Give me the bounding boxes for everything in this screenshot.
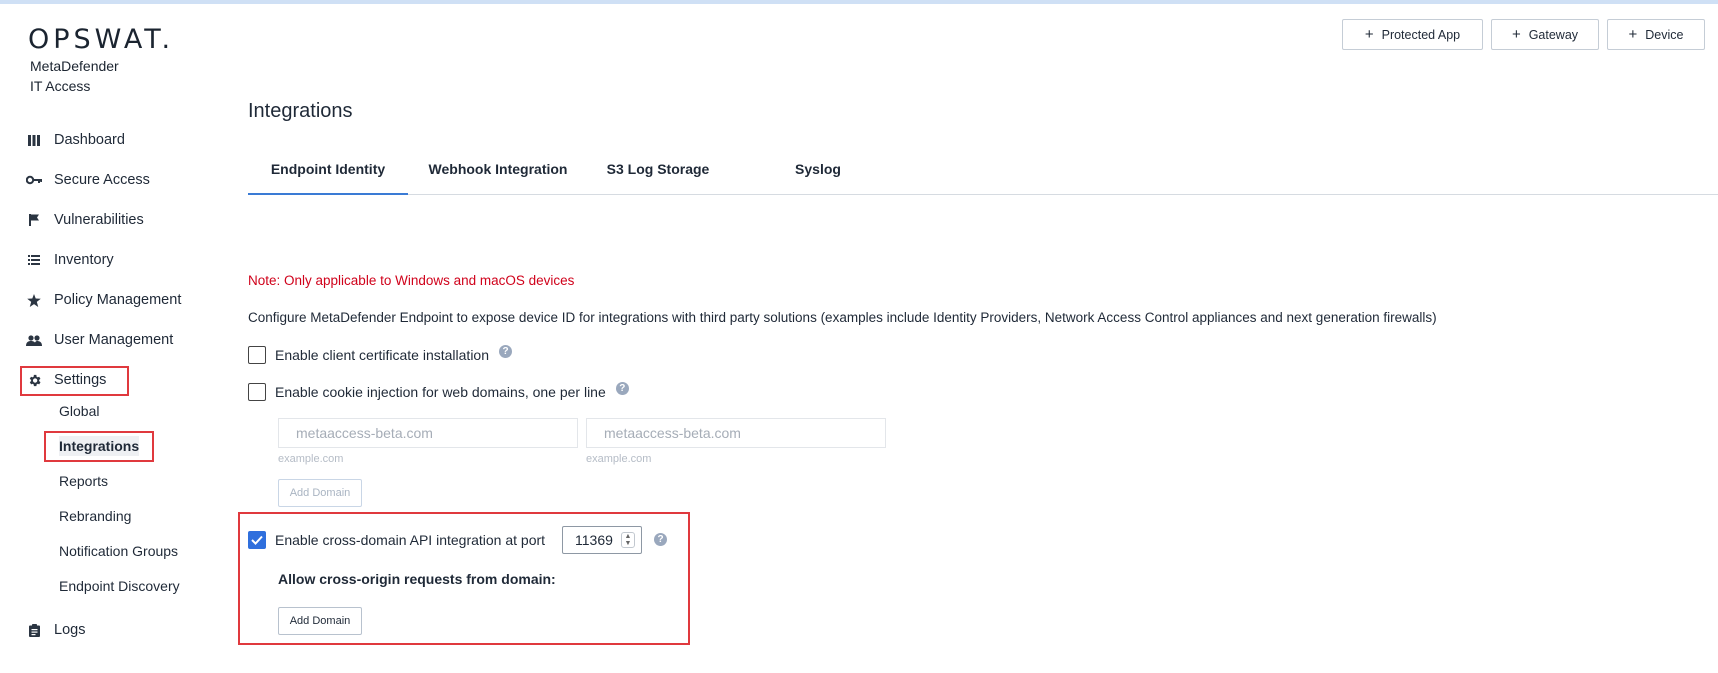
- sidebar-item-label: Policy Management: [54, 292, 182, 308]
- sidebar-item-secure-access[interactable]: Secure Access: [26, 170, 150, 190]
- page-title: Integrations: [248, 100, 353, 122]
- tab-syslog[interactable]: Syslog: [768, 158, 868, 195]
- dashboard-icon: [26, 132, 42, 148]
- sidebar-item-label: Secure Access: [54, 172, 150, 188]
- cross-domain-row: Enable cross-domain API integration at p…: [248, 531, 545, 549]
- cookie-domain-input-2[interactable]: metaaccess-beta.com: [586, 418, 886, 448]
- sidebar-item-inventory[interactable]: Inventory: [26, 250, 114, 270]
- button-label: Device: [1645, 27, 1684, 42]
- users-icon: [26, 332, 42, 348]
- tab-endpoint-identity[interactable]: Endpoint Identity: [248, 158, 408, 195]
- button-label: Protected App: [1381, 27, 1461, 42]
- help-icon[interactable]: ?: [654, 533, 667, 546]
- plus-icon: +: [1364, 26, 1374, 43]
- opswat-logo: OPSWAT.: [28, 24, 175, 55]
- allow-cross-origin-label: Allow cross-origin requests from domain:: [278, 571, 556, 587]
- add-gateway-button[interactable]: + Gateway: [1491, 19, 1599, 50]
- key-icon: [26, 172, 42, 188]
- plus-icon: +: [1511, 26, 1521, 43]
- star-icon: [26, 292, 42, 308]
- product-name-line1: MetaDefender: [30, 58, 119, 74]
- port-stepper[interactable]: ▲ ▼: [621, 532, 635, 548]
- add-device-button[interactable]: + Device: [1607, 19, 1705, 50]
- sidebar-item-policy-management[interactable]: Policy Management: [26, 290, 181, 310]
- plus-icon: +: [1628, 26, 1638, 43]
- integrations-highlight-box: [44, 431, 154, 462]
- sidebar-item-label: User Management: [54, 332, 174, 348]
- cookie-injection-label: Enable cookie injection for web domains,…: [275, 384, 606, 400]
- sidebar-item-logs[interactable]: Logs: [26, 620, 85, 640]
- settings-highlight-box: [20, 366, 129, 396]
- client-cert-checkbox[interactable]: [248, 346, 266, 364]
- help-icon[interactable]: ?: [615, 381, 629, 395]
- tab-s3-log-storage[interactable]: S3 Log Storage: [593, 158, 723, 195]
- cookie-domain-input-1[interactable]: metaaccess-beta.com: [278, 418, 578, 448]
- integration-tabs: Endpoint Identity Webhook Integration S3…: [248, 158, 1718, 195]
- checkmark-icon: [251, 535, 263, 545]
- port-value: 11369: [575, 532, 613, 548]
- sidebar-item-user-management[interactable]: User Management: [26, 330, 173, 350]
- help-icon[interactable]: ?: [499, 344, 513, 358]
- sidebar-item-label: Dashboard: [54, 132, 125, 148]
- sidebar-subitem-reports[interactable]: Reports: [59, 471, 108, 491]
- domain-hint: example.com: [278, 453, 344, 465]
- clipboard-icon: [26, 622, 42, 638]
- tab-webhook-integration[interactable]: Webhook Integration: [423, 158, 573, 195]
- sidebar-item-label: Inventory: [54, 252, 114, 268]
- product-name: MetaDefender IT Access: [30, 56, 119, 96]
- port-number-input[interactable]: 11369 ▲ ▼: [562, 526, 642, 554]
- add-cookie-domain-button[interactable]: Add Domain: [278, 479, 362, 507]
- sidebar-item-vulnerabilities[interactable]: Vulnerabilities: [26, 210, 144, 230]
- sidebar-item-label: Vulnerabilities: [54, 212, 144, 228]
- cookie-injection-checkbox[interactable]: [248, 383, 266, 401]
- sidebar-subitem-notification-groups[interactable]: Notification Groups: [59, 541, 178, 561]
- sidebar-item-dashboard[interactable]: Dashboard: [26, 130, 125, 150]
- sidebar-subitem-global[interactable]: Global: [59, 401, 99, 421]
- add-cross-origin-domain-button[interactable]: Add Domain: [278, 607, 362, 635]
- endpoint-identity-description: Configure MetaDefender Endpoint to expos…: [248, 310, 1437, 325]
- flag-icon: [26, 212, 42, 228]
- domain-hint: example.com: [586, 453, 652, 465]
- cross-domain-checkbox[interactable]: [248, 531, 266, 549]
- button-label: Gateway: [1528, 27, 1579, 42]
- sidebar-item-label: Logs: [54, 622, 86, 638]
- sidebar-subitem-endpoint-discovery[interactable]: Endpoint Discovery: [59, 576, 180, 596]
- platform-note: Note: Only applicable to Windows and mac…: [248, 273, 575, 288]
- stepper-down-icon: ▼: [624, 540, 632, 547]
- add-protected-app-button[interactable]: + Protected App: [1342, 19, 1483, 50]
- client-cert-row: Enable client certificate installation ?: [248, 344, 513, 364]
- client-cert-label: Enable client certificate installation: [275, 347, 490, 363]
- sidebar-subitem-rebranding[interactable]: Rebranding: [59, 506, 131, 526]
- list-icon: [26, 252, 42, 268]
- top-accent-bar: [0, 0, 1718, 4]
- stepper-up-icon: ▲: [624, 533, 632, 540]
- cookie-injection-row: Enable cookie injection for web domains,…: [248, 381, 629, 401]
- cross-domain-label: Enable cross-domain API integration at p…: [275, 532, 546, 548]
- product-name-line2: IT Access: [30, 78, 91, 94]
